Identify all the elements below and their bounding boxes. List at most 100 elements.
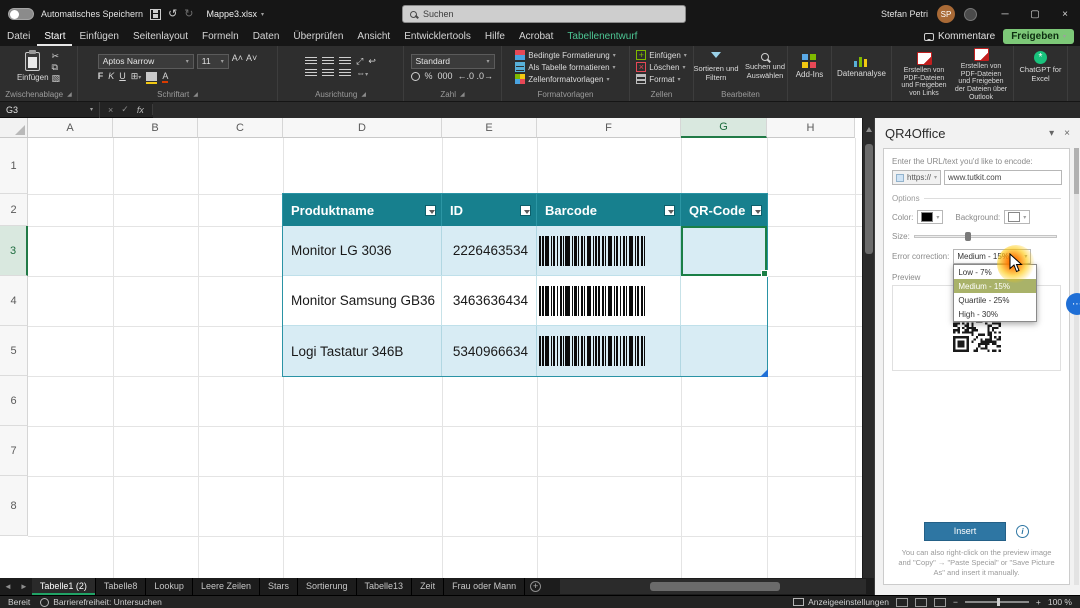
worksheet[interactable]: A B C D E F G H 1 2 3 4 5 6 7 8 Produktn… — [0, 118, 862, 578]
dialog-launcher-icon[interactable]: ◢ — [361, 89, 366, 101]
sheet-tab-lookup[interactable]: Lookup — [146, 578, 193, 595]
cell-styles-button[interactable]: Zellenformatvorlagen▾ — [515, 74, 609, 84]
size-slider[interactable] — [914, 231, 1057, 242]
column-header-c[interactable]: C — [198, 118, 283, 138]
table-header-qrcode[interactable]: QR-Code — [681, 194, 767, 226]
share-button[interactable]: Freigeben ▾ — [1003, 29, 1074, 44]
save-icon[interactable] — [150, 9, 161, 20]
cell-barcode[interactable] — [537, 226, 681, 275]
format-cells-button[interactable]: Format▾ — [636, 74, 680, 84]
zoom-level[interactable]: 100 % — [1048, 597, 1072, 607]
sheet-tab-sortierung[interactable]: Sortierung — [298, 578, 357, 595]
avatar[interactable]: SP — [937, 5, 955, 23]
column-header-e[interactable]: E — [442, 118, 537, 138]
format-painter-icon[interactable]: ▧ — [52, 74, 61, 83]
formula-input[interactable] — [153, 102, 1080, 118]
merge-center-icon[interactable]: ⇔▾ — [356, 69, 368, 78]
row-header-2[interactable]: 2 — [0, 194, 28, 226]
currency-icon[interactable] — [411, 72, 420, 81]
underline-button[interactable]: U — [119, 72, 126, 81]
align-center-icon[interactable] — [322, 69, 334, 78]
zoom-in-icon[interactable]: + — [1036, 597, 1041, 607]
comma-icon[interactable]: 000 — [438, 72, 453, 81]
column-header-a[interactable]: A — [28, 118, 113, 138]
undo-icon[interactable]: ↺ — [168, 9, 177, 20]
cell-qrcode[interactable] — [681, 276, 767, 325]
tab-scroll-right-icon[interactable]: ► — [16, 582, 32, 591]
scrollbar-thumb[interactable] — [650, 582, 780, 591]
font-color-icon[interactable]: A — [162, 72, 168, 81]
zoom-slider[interactable] — [965, 601, 1029, 603]
table-resize-handle[interactable] — [760, 369, 768, 377]
search-input[interactable]: Suchen — [402, 5, 686, 23]
copy-icon[interactable]: ⧉ — [52, 63, 58, 72]
sheet-tab-frau-oder-mann[interactable]: Frau oder Mann — [444, 578, 525, 595]
row-header-7[interactable]: 7 — [0, 426, 28, 476]
dialog-launcher-icon[interactable]: ◢ — [67, 89, 72, 101]
column-header-d[interactable]: D — [283, 118, 442, 138]
normal-view-button[interactable] — [896, 598, 908, 607]
number-format-combo[interactable]: Standard▾ — [411, 54, 495, 69]
close-button[interactable]: × — [1050, 0, 1080, 28]
find-select-button[interactable]: Suchen und Auswählen — [742, 53, 788, 80]
align-bottom-icon[interactable] — [339, 57, 351, 66]
zoom-slider-thumb[interactable] — [997, 598, 1000, 606]
dropdown-option-high[interactable]: High - 30% — [954, 307, 1036, 321]
cell-produktname[interactable]: Monitor LG 3036 — [283, 226, 442, 275]
dialog-launcher-icon[interactable]: ◢ — [460, 89, 465, 101]
borders-icon[interactable]: ⊞▾ — [131, 72, 142, 81]
tab-scroll-left-icon[interactable]: ◄ — [0, 582, 16, 591]
wrap-text-icon[interactable]: ↩ — [368, 57, 376, 66]
cell-barcode[interactable] — [537, 276, 681, 325]
chatgpt-button[interactable]: * ChatGPT for Excel — [1018, 51, 1064, 83]
column-header-b[interactable]: B — [113, 118, 198, 138]
row-header-5[interactable]: 5 — [0, 326, 28, 376]
panel-close-icon[interactable]: × — [1064, 128, 1070, 139]
data-analysis-button[interactable]: Datenanalyse — [837, 55, 886, 78]
table-header-barcode[interactable]: Barcode — [537, 194, 681, 226]
sheet-tab-stars[interactable]: Stars — [260, 578, 298, 595]
sheet-tab-tabelle8[interactable]: Tabelle8 — [96, 578, 147, 595]
insert-button[interactable]: Insert — [924, 522, 1006, 541]
dropdown-option-quartile[interactable]: Quartile - 25% — [954, 293, 1036, 307]
filter-button[interactable] — [751, 205, 762, 216]
sheet-tab-tabelle13[interactable]: Tabelle13 — [357, 578, 413, 595]
sheet-tab-leere-zeilen[interactable]: Leere Zeilen — [193, 578, 260, 595]
table-header-produktname[interactable]: Produktname — [283, 194, 442, 226]
url-input[interactable] — [944, 170, 1062, 185]
cell-produktname[interactable]: Monitor Samsung GB36 — [283, 276, 442, 325]
pdf-create-share-links-button[interactable]: Erstellen von PDF-Dateien und Freigeben … — [897, 52, 951, 98]
row-header-6[interactable]: 6 — [0, 376, 28, 426]
row-header-4[interactable]: 4 — [0, 276, 28, 326]
tab-formeln[interactable]: Formeln — [195, 28, 246, 46]
minimize-button[interactable]: ─ — [990, 0, 1020, 28]
fill-color-icon[interactable] — [146, 72, 157, 81]
table-header-id[interactable]: ID — [442, 194, 537, 226]
align-middle-icon[interactable] — [322, 57, 334, 66]
background-picker[interactable]: ▾ — [1004, 210, 1030, 224]
add-sheet-button[interactable]: + — [530, 581, 541, 592]
selected-cell-g3[interactable] — [681, 226, 767, 276]
font-name-combo[interactable]: Aptos Narrow▾ — [98, 54, 194, 69]
tab-acrobat[interactable]: Acrobat — [512, 28, 560, 46]
document-title[interactable]: Mappe3.xlsx — [207, 9, 258, 19]
addins-button[interactable]: Add-Ins — [796, 54, 824, 79]
sheet-tab-tabelle1-2[interactable]: Tabelle1 (2) — [32, 578, 96, 595]
orientation-icon[interactable]: ⤢ — [356, 57, 363, 66]
column-header-g[interactable]: G — [681, 118, 767, 138]
zoom-out-icon[interactable]: − — [953, 597, 958, 607]
insert-cells-button[interactable]: Einfügen▾ — [636, 50, 687, 60]
autosave-toggle[interactable] — [8, 8, 34, 20]
font-size-combo[interactable]: 11▾ — [197, 54, 229, 69]
tab-seitenlayout[interactable]: Seitenlayout — [126, 28, 195, 46]
tab-datei[interactable]: Datei — [0, 28, 37, 46]
italic-button[interactable]: K — [108, 72, 114, 81]
filter-button[interactable] — [664, 205, 675, 216]
vertical-scrollbar[interactable] — [862, 118, 874, 578]
panel-collapse-icon[interactable]: ▾ — [1049, 128, 1054, 139]
scrollbar-thumb[interactable] — [865, 144, 873, 254]
format-as-table-button[interactable]: Als Tabelle formatieren▾ — [515, 62, 615, 72]
tab-hilfe[interactable]: Hilfe — [478, 28, 512, 46]
select-all-corner[interactable] — [0, 118, 28, 138]
cell-id[interactable]: 2226463534 — [442, 226, 537, 275]
